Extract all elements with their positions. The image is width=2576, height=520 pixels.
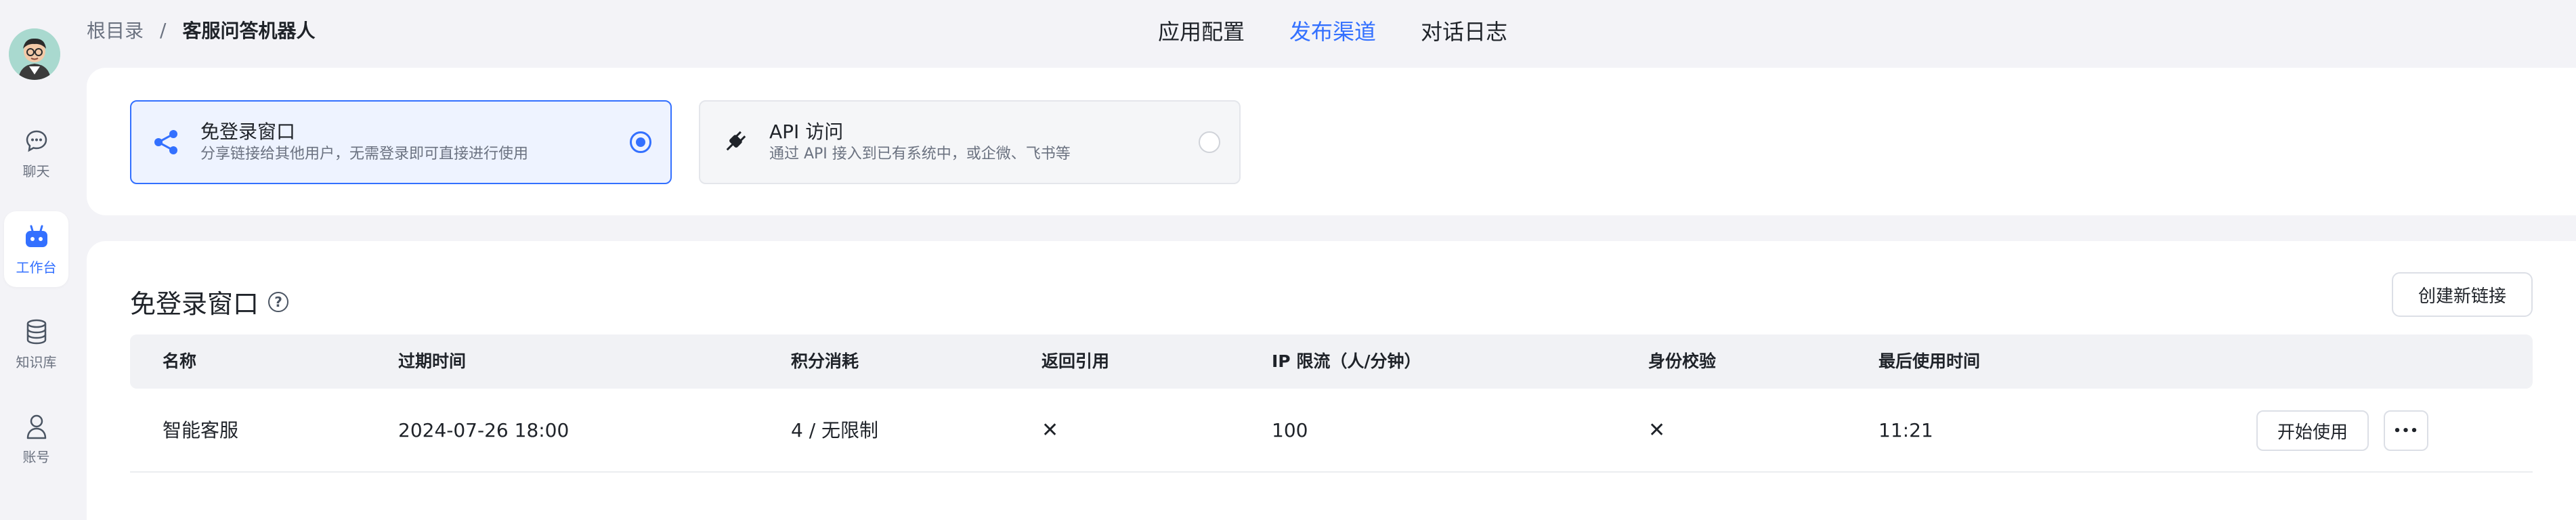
nav-item-knowledge-base[interactable]: 知识库 — [4, 306, 68, 382]
start-use-button[interactable]: 开始使用 — [2256, 410, 2369, 451]
option-api-access[interactable]: API 访问 通过 API 接入到已有系统中，或企微、飞书等 — [699, 100, 1241, 184]
cell-ip-limit: 100 — [1272, 419, 1308, 441]
breadcrumb-separator: / — [160, 18, 167, 41]
help-icon[interactable]: ? — [268, 291, 289, 312]
breadcrumb-root[interactable]: 根目录 — [87, 16, 144, 43]
nav-item-label: 聊天 — [22, 162, 50, 179]
tab-chat-logs[interactable]: 对话日志 — [1421, 15, 1507, 46]
radio-unselected[interactable] — [1199, 131, 1220, 153]
avatar[interactable] — [9, 28, 60, 80]
nav-item-label: 工作台 — [16, 259, 57, 276]
publish-options-card: 免登录窗口 分享链接给其他用户，无需登录即可直接进行使用 API 访问 通过 A… — [87, 68, 2576, 215]
cell-return-ref: ✕ — [1042, 418, 1059, 442]
top-tabs: 应用配置 发布渠道 对话日志 — [1158, 15, 1507, 46]
breadcrumb-current: 客服问答机器人 — [182, 20, 316, 42]
more-options-button[interactable]: ••• — [2384, 410, 2428, 451]
nav-item-chat[interactable]: 聊天 — [4, 115, 68, 191]
column-header: 名称 — [163, 351, 197, 371]
nav-item-workbench[interactable]: 工作台 — [4, 211, 68, 287]
column-header: IP 限流（人/分钟） — [1272, 351, 1421, 371]
option-no-login-window[interactable]: 免登录窗口 分享链接给其他用户，无需登录即可直接进行使用 — [130, 100, 672, 184]
create-link-button[interactable]: 创建新链接 — [2392, 272, 2533, 317]
tab-publish-channel[interactable]: 发布渠道 — [1289, 15, 1376, 46]
cell-last-used: 11:21 — [1879, 419, 1933, 441]
nav-item-account[interactable]: 账号 — [4, 401, 68, 477]
share-icon — [150, 127, 181, 158]
robot-icon — [22, 223, 51, 251]
section-title: 免登录窗口 ? — [130, 283, 289, 320]
cell-name: 智能客服 — [163, 419, 239, 441]
radio-selected[interactable] — [630, 131, 651, 153]
cell-auth: ✕ — [1648, 418, 1666, 442]
cell-points: 4 / 无限制 — [791, 419, 879, 441]
column-header: 返回引用 — [1042, 351, 1110, 371]
column-header: 最后使用时间 — [1879, 351, 1981, 371]
option-description: 分享链接给其他用户，无需登录即可直接进行使用 — [200, 146, 529, 162]
cell-expire-time: 2024-07-26 18:00 — [398, 419, 570, 441]
database-icon — [22, 318, 51, 346]
option-title: API 访问 — [769, 121, 844, 143]
column-header: 身份校验 — [1648, 351, 1717, 371]
user-icon — [22, 412, 51, 441]
table-header: 名称 过期时间 积分消耗 返回引用 IP 限流（人/分钟） 身份校验 最后使用时… — [130, 334, 2533, 389]
nav-item-label: 账号 — [22, 448, 50, 465]
option-description: 通过 API 接入到已有系统中，或企微、飞书等 — [769, 146, 1071, 162]
option-title: 免登录窗口 — [200, 121, 296, 143]
column-header: 过期时间 — [398, 351, 467, 371]
share-links-card: 免登录窗口 ? 创建新链接 名称 过期时间 积分消耗 返回引用 IP 限流（人/… — [87, 241, 2576, 520]
sidebar: 聊天 工作台 知识库 账号 — [0, 0, 87, 520]
tab-app-config[interactable]: 应用配置 — [1158, 15, 1245, 46]
nav-item-label: 知识库 — [16, 353, 57, 370]
chat-icon — [22, 127, 51, 155]
column-header: 积分消耗 — [791, 351, 859, 371]
breadcrumb: 根目录 / 客服问答机器人 — [87, 16, 315, 43]
section-title-text: 免登录窗口 — [130, 289, 259, 319]
plug-icon — [719, 127, 750, 158]
table-row: 智能客服 2024-07-26 18:00 4 / 无限制 ✕ 100 ✕ 11… — [130, 389, 2533, 473]
